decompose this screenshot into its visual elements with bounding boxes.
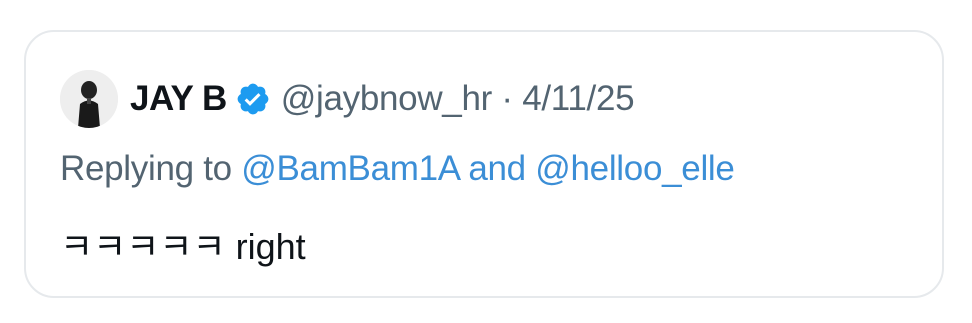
avatar-photo-icon [60,70,118,128]
tweet-card[interactable]: JAY B @jaybnow_hr · 4/11/25 Replying to … [24,30,944,298]
handle-and-date: @jaybnow_hr · 4/11/25 [281,79,635,119]
author-handle[interactable]: @jaybnow_hr [281,79,493,118]
avatar[interactable] [60,70,118,128]
mention-helloo-elle[interactable]: @helloo_elle [535,149,735,188]
author-name[interactable]: JAY B [130,79,227,119]
tweet-text: ㅋㅋㅋㅋㅋ right [60,226,306,267]
mention-bambam[interactable]: @BamBam1A [241,149,459,188]
verified-badge-icon [235,81,271,117]
separator-dot: · [501,79,513,118]
tweet-date[interactable]: 4/11/25 [522,79,634,118]
mention-conjunction: and [468,149,526,188]
tweet-header: JAY B @jaybnow_hr · 4/11/25 [60,70,635,128]
replying-to-line: Replying to @BamBam1A and @helloo_elle [60,149,735,189]
replying-to-label: Replying to [60,149,232,188]
